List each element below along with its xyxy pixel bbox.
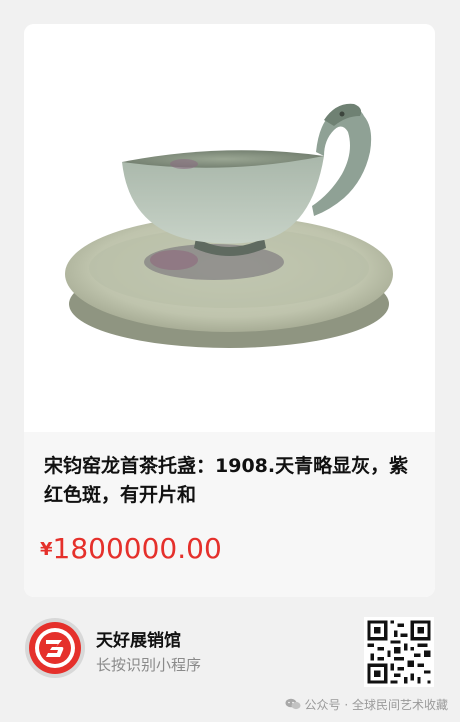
watermark-text: 公众号 · 全球民间艺术收藏	[304, 698, 448, 712]
product-title[interactable]: 宋钧窑龙首茶托盏：1908.天青略显灰，紫红色斑，有开片和	[44, 452, 414, 510]
watermark: 公众号 · 全球民间艺术收藏	[285, 696, 448, 713]
miniprogram-name[interactable]: 天好展销馆	[96, 626, 181, 651]
qr-code-icon[interactable]	[364, 617, 434, 687]
product-photo	[24, 24, 435, 418]
teacup-saucer-image	[65, 103, 393, 348]
miniprogram-hint: 长按识别小程序	[96, 656, 202, 674]
price-amount: 1800000.00	[52, 532, 222, 565]
product-price: ¥1800000.00	[40, 532, 222, 565]
miniprogram-logo-icon[interactable]	[24, 617, 86, 679]
product-card[interactable]: 宋钧窑龙首茶托盏：1908.天青略显灰，紫红色斑，有开片和 ¥1800000.0…	[24, 24, 435, 597]
wechat-icon	[285, 698, 301, 710]
currency-symbol: ¥	[40, 539, 53, 560]
product-info: 宋钧窑龙首茶托盏：1908.天青略显灰，紫红色斑，有开片和 ¥1800000.0…	[24, 432, 435, 597]
